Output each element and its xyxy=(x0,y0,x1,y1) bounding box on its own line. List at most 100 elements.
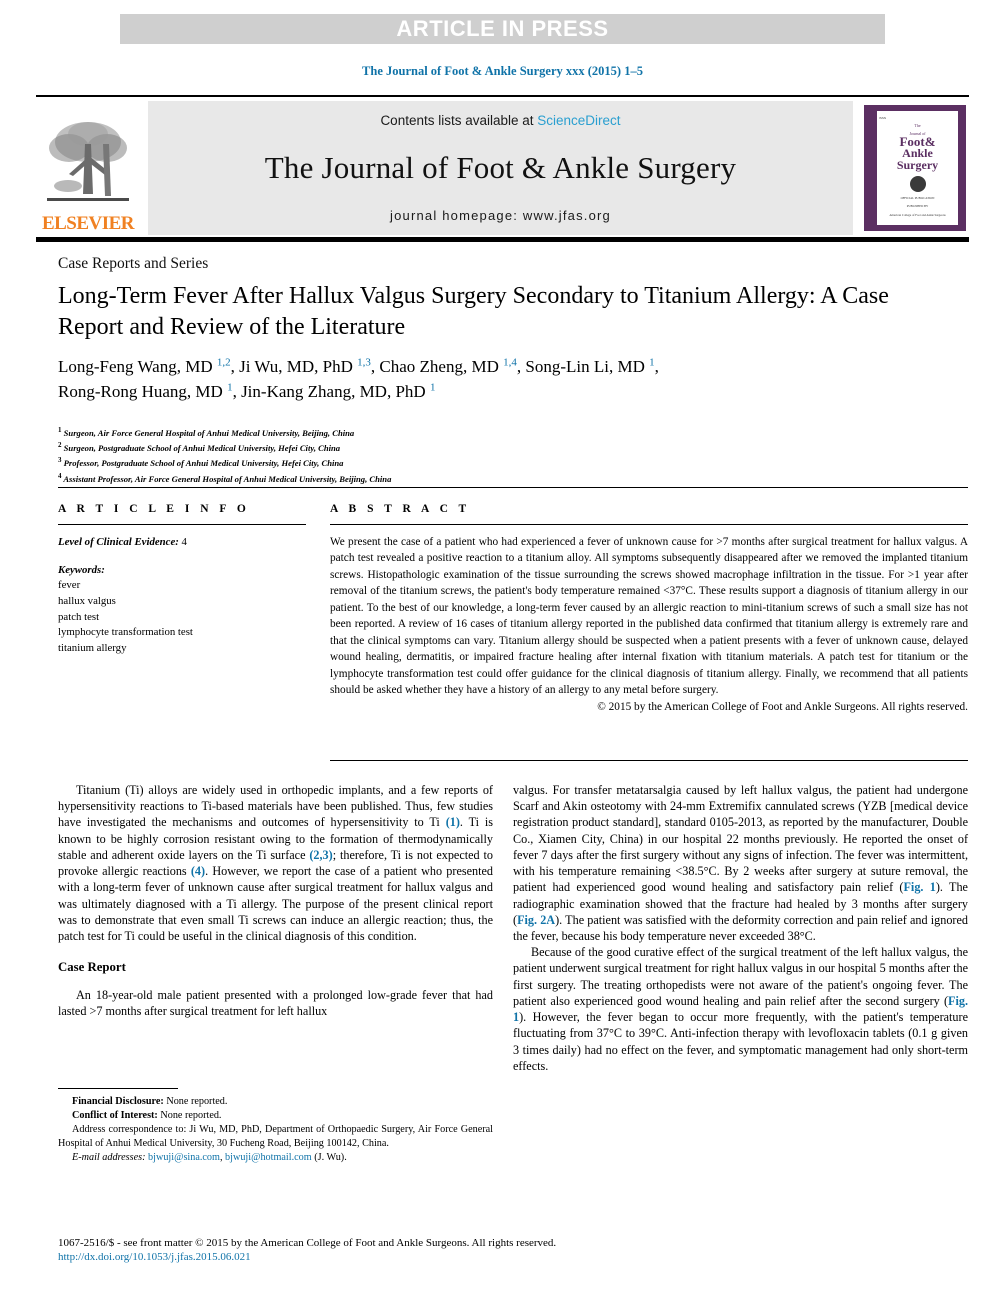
case2-text-b: ). However, the fever began to occur mor… xyxy=(513,1010,968,1073)
intro-paragraph: Titanium (Ti) alloys are widely used in … xyxy=(58,782,493,944)
keywords-label: Keywords: xyxy=(58,564,105,577)
contents-prefix: Contents lists available at xyxy=(380,113,538,128)
keywords-list: fever hallux valgus patch test lymphocyte t… xyxy=(58,578,306,656)
conflict-of-interest-note: Conflict of Interest: None reported. xyxy=(58,1109,493,1123)
email-link-2[interactable]: bjwuji@hotmail.com xyxy=(225,1152,312,1163)
abstract-bottom-divider xyxy=(330,760,968,761)
author-name: , Chao Zheng, MD xyxy=(370,357,504,376)
abstract-column: A B S T R A C T We present the case of a… xyxy=(330,503,968,713)
author-line-1: Long-Feng Wang, MD 1,2, Ji Wu, MD, PhD 1… xyxy=(58,355,938,380)
affiliation-text: Professor, Postgraduate School of Anhui … xyxy=(61,458,344,469)
cover-issn-tag: ISSN xyxy=(879,116,887,120)
issn-front-matter-line: 1067-2516/$ - see front matter © 2015 by… xyxy=(58,1237,557,1249)
email-link-1[interactable]: bjwuji@sina.com xyxy=(148,1152,220,1163)
journal-homepage-line[interactable]: journal homepage: www.jfas.org xyxy=(390,208,611,223)
author-name: , xyxy=(654,357,659,376)
masthead-center-panel: Contents lists available at ScienceDirec… xyxy=(148,101,853,235)
author-affiliation-marker: 1,2 xyxy=(216,356,231,369)
doi-link[interactable]: http://dx.doi.org/10.1053/j.jfas.2015.06… xyxy=(58,1251,968,1263)
elsevier-wordmark: ELSEVIER xyxy=(41,213,135,234)
elsevier-logo: ELSEVIER xyxy=(36,101,140,235)
figure-ref-1[interactable]: Fig. 1 xyxy=(903,880,935,894)
author-name: Long-Feng Wang, MD xyxy=(58,357,217,376)
author-name: Rong-Rong Huang, MD xyxy=(58,381,228,401)
abstract-body: We present the case of a patient who had… xyxy=(330,536,968,697)
body-column-right: valgus. For transfer metatarsalgia cause… xyxy=(513,782,968,1074)
affiliation-text: Surgeon, Air Force General Hospital of A… xyxy=(61,427,355,438)
keyword-item: patch test xyxy=(58,610,100,623)
article-info-heading: A R T I C L E I N F O xyxy=(58,503,250,515)
journal-cover-thumbnail-wrap: ISSN The Journal of Foot& Ankle Surgery … xyxy=(861,101,969,235)
keyword-item: fever xyxy=(58,579,81,592)
conflict-of-interest-value: None reported. xyxy=(160,1109,222,1121)
article-section-label: Case Reports and Series xyxy=(58,255,209,272)
affiliation-item: 1 Surgeon, Air Force General Hospital of… xyxy=(58,425,938,440)
journal-title: The Journal of Foot & Ankle Surgery xyxy=(264,150,737,185)
abstract-copyright: © 2015 by the American College of Foot a… xyxy=(597,700,968,713)
article-in-press-banner: ARTICLE IN PRESS xyxy=(120,14,885,44)
email-label: E-mail addresses: xyxy=(72,1151,146,1163)
journal-cover-thumbnail: ISSN The Journal of Foot& Ankle Surgery … xyxy=(864,105,966,231)
author-name: , Song-Lin Li, MD xyxy=(516,357,650,376)
journal-citation-line: The Journal of Foot & Ankle Surgery xxx … xyxy=(362,64,643,78)
citation-ref-4[interactable]: (4) xyxy=(191,864,205,878)
correspondence-note: Address correspondence to: Ji Wu, MD, Ph… xyxy=(58,1123,493,1149)
citation-ref-1[interactable]: (1) xyxy=(446,815,460,829)
keyword-item: hallux valgus xyxy=(58,595,116,608)
citation-ref-2-3[interactable]: (2,3) xyxy=(309,848,332,862)
cover-footer-line2: American College of Foot and Ankle Surge… xyxy=(889,212,946,217)
cover-title-line3: Surgery xyxy=(896,157,939,172)
author-line-2: Rong-Rong Huang, MD 1, Jin-Kang Zhang, M… xyxy=(58,380,938,405)
author-affiliation-marker: 1,4 xyxy=(503,356,517,369)
financial-disclosure-label: Financial Disclosure: xyxy=(72,1096,164,1107)
case-paragraph-2: Because of the good curative effect of t… xyxy=(513,944,968,1074)
page-title: Long-Term Fever After Hallux Valgus Surg… xyxy=(58,283,889,341)
affiliation-item: 3 Professor, Postgraduate School of Anhu… xyxy=(58,455,938,470)
email-note: E-mail addresses: bjwuji@sina.com, bjwuj… xyxy=(72,1151,347,1163)
case-text-a: valgus. For transfer metatarsalgia cause… xyxy=(513,783,968,895)
footnote-block: Financial Disclosure: None reported. Con… xyxy=(58,1088,493,1165)
case-report-paragraph: An 18-year-old male patient presented wi… xyxy=(58,988,493,1019)
article-in-press-label: ARTICLE IN PRESS xyxy=(396,16,609,41)
level-of-evidence-value: 4 xyxy=(181,536,187,548)
author-affiliation-marker: 1,3 xyxy=(357,356,371,369)
case-report-heading: Case Report xyxy=(58,960,126,975)
author-name: , Ji Wu, MD, PhD xyxy=(230,357,358,376)
body-column-left: Titanium (Ti) alloys are widely used in … xyxy=(58,782,493,1020)
cover-the-label: The xyxy=(914,123,921,128)
masthead-bottom-rule xyxy=(36,237,969,242)
case-paragraph-continued: valgus. For transfer metatarsalgia cause… xyxy=(513,783,968,943)
financial-disclosure-value: None reported. xyxy=(166,1096,228,1107)
article-head-divider xyxy=(58,487,968,488)
article-info-rule xyxy=(58,524,306,525)
keyword-item: titanium allergy xyxy=(58,641,127,654)
cover-footer-line1: PUBLISHED BY xyxy=(906,204,929,209)
case-text-c: ). The patient was satisfied with the de… xyxy=(513,912,968,943)
level-of-evidence-label: Level of Clinical Evidence: xyxy=(58,536,179,548)
keyword-item: lymphocyte transformation test xyxy=(58,626,193,639)
affiliation-text: Surgeon, Postgraduate School of Anhui Me… xyxy=(61,443,341,454)
email-attribution: (J. Wu). xyxy=(314,1151,347,1163)
cover-seal-caption: OFFICIAL PUBLICATION xyxy=(900,196,935,201)
affiliation-list: 1 Surgeon, Air Force General Hospital of… xyxy=(58,425,938,486)
footnote-divider xyxy=(58,1088,178,1089)
abstract-rule xyxy=(330,524,968,525)
elsevier-tree-icon xyxy=(47,122,129,201)
sciencedirect-link[interactable]: ScienceDirect xyxy=(537,113,620,128)
page-footer: 1067-2516/$ - see front matter © 2015 by… xyxy=(58,1237,968,1263)
affiliation-item: 4 Assistant Professor, Air Force General… xyxy=(58,471,938,486)
conflict-of-interest-label: Conflict of Interest: xyxy=(72,1109,158,1121)
affiliation-item: 2 Surgeon, Postgraduate School of Anhui … xyxy=(58,440,938,455)
case2-text-a: Because of the good curative effect of t… xyxy=(513,945,968,1008)
financial-disclosure-note: Financial Disclosure: None reported. xyxy=(58,1095,493,1109)
affiliation-text: Assistant Professor, Air Force General H… xyxy=(61,473,392,484)
author-list: Long-Feng Wang, MD 1,2, Ji Wu, MD, PhD 1… xyxy=(58,355,938,404)
cover-seal-icon xyxy=(909,176,926,193)
abstract-heading: A B S T R A C T xyxy=(330,503,471,515)
journal-masthead: ELSEVIER Contents lists available at Sci… xyxy=(36,95,969,237)
level-of-evidence: Level of Clinical Evidence: 4 xyxy=(58,534,306,550)
author-name: , Jin-Kang Zhang, MD, PhD xyxy=(232,381,430,401)
figure-ref-2a[interactable]: Fig. 2A xyxy=(517,913,555,927)
intro-text-a: Titanium (Ti) alloys are widely used in … xyxy=(58,783,493,830)
author-affiliation-marker: 1 xyxy=(429,380,436,393)
